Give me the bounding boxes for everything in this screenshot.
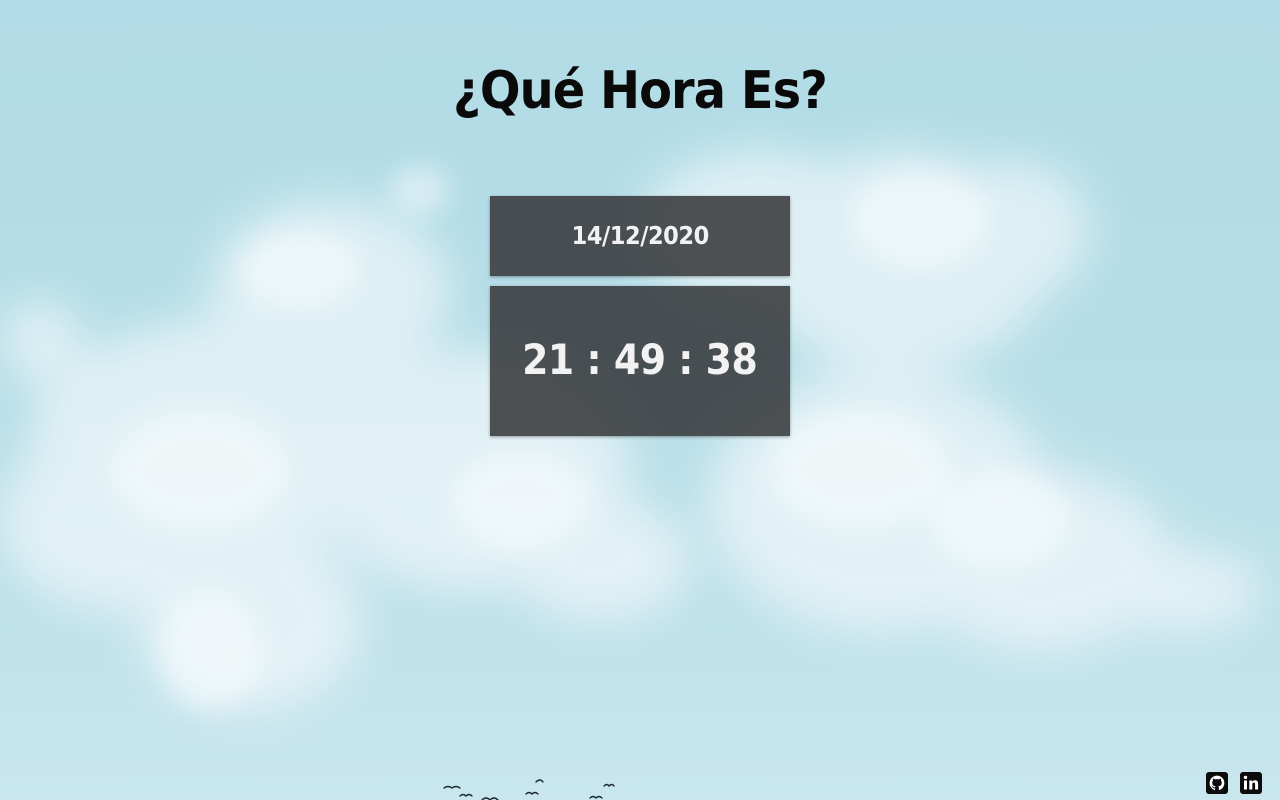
birds-silhouette xyxy=(443,779,615,800)
date-value: 14/12/2020 xyxy=(571,221,709,250)
github-link[interactable] xyxy=(1206,772,1228,794)
github-icon xyxy=(1206,772,1228,794)
linkedin-link[interactable] xyxy=(1240,772,1262,794)
time-display: 21 : 49 : 38 xyxy=(490,286,790,436)
social-links xyxy=(1206,772,1262,794)
time-value: 21 : 49 : 38 xyxy=(522,335,758,384)
date-display: 14/12/2020 xyxy=(490,196,790,276)
linkedin-icon xyxy=(1240,772,1262,794)
page-title: ¿Qué Hora Es? xyxy=(453,61,828,121)
